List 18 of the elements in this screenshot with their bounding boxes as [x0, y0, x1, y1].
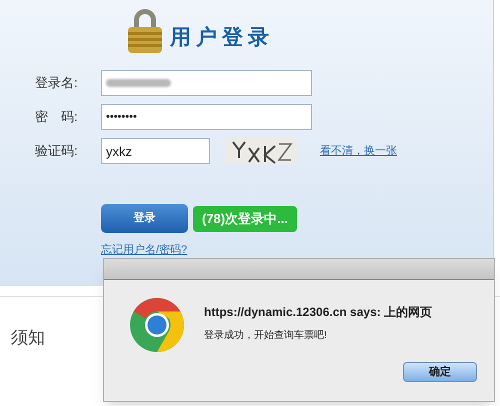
password-field[interactable]: ••••••••: [101, 104, 312, 130]
field-label: 登录名:: [34, 74, 79, 92]
forgot-password-link[interactable]: 忘记用户名/密码?: [101, 242, 188, 258]
blurred-value: [106, 79, 171, 87]
login-title: 用户登录: [170, 24, 274, 50]
login-status-badge: (78)次登录中...: [193, 206, 297, 232]
browser-logo-icon: [129, 297, 185, 353]
captcha-image: [225, 138, 297, 164]
field-label: 验证码:: [34, 142, 79, 160]
login-button[interactable]: 登录: [101, 204, 188, 233]
ok-button[interactable]: 确定: [403, 362, 477, 382]
login-name-field[interactable]: [101, 70, 312, 96]
dialog-title: https://dynamic.12306.cn says: 上的网页: [204, 304, 432, 321]
field-label: 密 码:: [34, 108, 79, 126]
captcha-field[interactable]: yxkz: [101, 138, 210, 164]
refresh-captcha-link[interactable]: 看不清，换一张: [320, 142, 397, 160]
dialog-message: 登录成功，开始查询车票吧!: [204, 328, 328, 343]
notice-heading: 须知: [11, 327, 45, 349]
